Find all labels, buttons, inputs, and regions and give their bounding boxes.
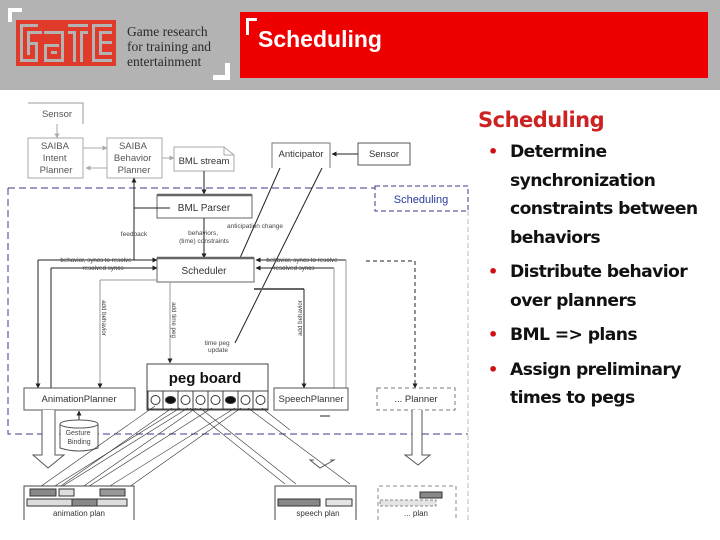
anticipator-label: Anticipator [279, 149, 324, 160]
add-behavior-right-label: add behavior [297, 300, 304, 336]
intent-planner-label: SAIBA Intent Planner [40, 141, 73, 176]
behavior-planner-label: SAIBA Behavior Planner [114, 141, 154, 176]
bullet-list: • Determine synchronization constraints b… [478, 138, 720, 413]
slide-title: Scheduling [258, 26, 382, 52]
speech-plan-bars [277, 498, 353, 507]
peg-filled-icon [165, 396, 176, 404]
logo-corner-bottom-right [213, 63, 230, 80]
behaviors-constraints-label: behaviors, (time) constraints [179, 230, 230, 245]
anticipation-change-label: anticipation change [227, 223, 283, 230]
other-planner-feed [366, 260, 418, 389]
arrow-animation-to-plan [31, 410, 66, 469]
resolved-syncs-left-label: resolved syncs [83, 265, 124, 272]
bullet-dot-icon: • [488, 325, 498, 344]
scheduler-label: Scheduler [181, 266, 227, 277]
gate-logo-mark-icon [16, 20, 116, 66]
bullet-item: • Determine synchronization constraints b… [478, 138, 720, 252]
behavior-syncs-left-label: behavior, syncs to resolve [60, 257, 132, 264]
scheduling-label: Scheduling [394, 194, 448, 206]
peg-empty-icon [195, 395, 206, 405]
behavior-syncs-right-label: behavior, syncs to resolve [266, 257, 338, 264]
peg-empty-icon [255, 395, 266, 405]
peg-slots [147, 390, 269, 410]
bullet-dot-icon: • [488, 262, 498, 281]
side-panel: Scheduling • Determine synchronization co… [478, 108, 720, 419]
logo-tagline-line: for training and [127, 39, 211, 54]
bml-parser-label: BML Parser [178, 203, 231, 214]
peg-empty-icon [180, 395, 191, 405]
sensor-top-label: Sensor [42, 109, 72, 120]
bullet-text: BML => plans [510, 325, 638, 345]
bullet-dot-icon: • [488, 359, 498, 379]
resolved-syncs-right-label: resolved syncs [274, 265, 315, 272]
side-title: Scheduling [478, 108, 605, 132]
bullet-dot-icon: • [488, 142, 498, 161]
add-behavior-left-label: add behavior [100, 300, 107, 336]
logo-tagline: Game research for training and entertain… [127, 24, 211, 69]
peg-empty-icon [240, 395, 251, 405]
peg-board-label: peg board [169, 370, 242, 387]
gate-logo: Game research for training and entertain… [8, 8, 230, 80]
bullet-text: Distribute behavior over planners [510, 262, 688, 311]
bullet-text: Determine synchronization constraints be… [510, 142, 698, 248]
bullet-item: • BML => plans [478, 321, 720, 350]
title-banner: Scheduling [240, 12, 708, 78]
peg-empty-icon [210, 395, 221, 405]
animation-planner-label: AnimationPlanner [42, 394, 117, 405]
speech-plan-label: speech plan [296, 509, 339, 518]
arrow-other-to-plan [403, 410, 432, 466]
arrow-speech-to-plan [308, 459, 336, 469]
time-peg-update-label: time peg update [205, 340, 232, 354]
bullet-item: • Distribute behavior over planners [478, 258, 720, 315]
animation-plan-label: animation plan [53, 509, 105, 518]
sensor-right-label: Sensor [369, 149, 399, 160]
bullet-item: • Assign preliminary times to pegs [478, 356, 720, 413]
other-plan-label: ... plan [404, 509, 428, 518]
scheduling-architecture-diagram: Scheduling Sensor SAIBA Intent Planner S… [7, 102, 469, 520]
speech-planner-label: SpeechPlanner [279, 394, 344, 405]
slide-header: Game research for training and entertain… [0, 0, 720, 90]
logo-tagline-line: entertainment [127, 54, 202, 69]
banner-corner-icon [246, 18, 257, 35]
bml-stream-label: BML stream [179, 156, 230, 167]
logo-tagline-line: Game research [127, 24, 208, 39]
peg-filled-icon [225, 396, 236, 404]
other-planner-label: ... Planner [394, 394, 437, 405]
bullet-text: Assign preliminary times to pegs [510, 359, 682, 409]
add-time-peg-label: add time peg [170, 302, 177, 338]
peg-empty-icon [150, 395, 161, 405]
